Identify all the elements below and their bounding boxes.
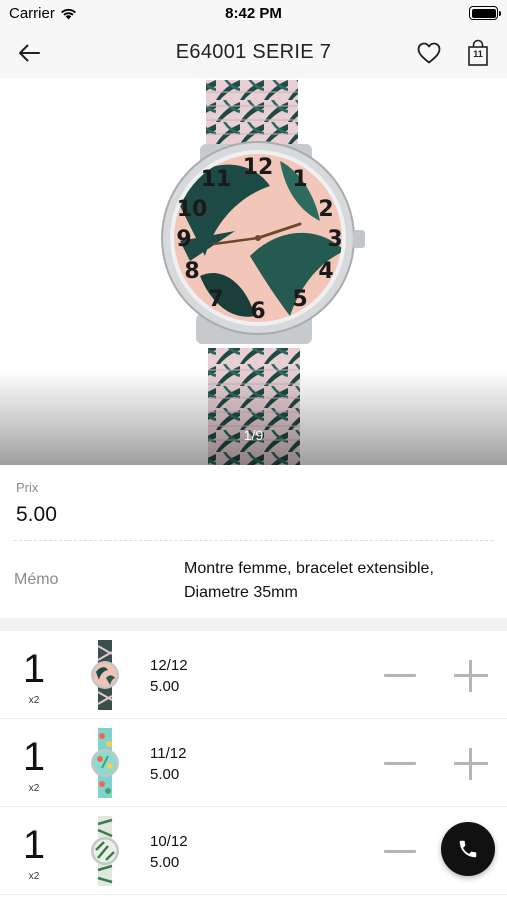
variant-thumbnail[interactable]	[84, 728, 126, 798]
product-image-gallery[interactable]: 12 1 2 3 45 6 78 9 10 11 1/9	[0, 78, 507, 465]
variant-quantity: 1	[22, 647, 46, 691]
navigation-bar: E64001 SERIE 7 11	[0, 28, 507, 78]
gallery-page-counter: 1/9	[243, 427, 264, 443]
svg-text:6: 6	[250, 299, 265, 324]
decrease-quantity-button[interactable]	[380, 661, 420, 689]
memo-label: Mémo	[14, 571, 59, 588]
svg-text:5: 5	[292, 287, 307, 312]
variant-list: 1 x2 12/12 5.00 1 x2 11/12 5.00 1 x2 10/…	[0, 631, 507, 900]
phone-icon	[459, 840, 477, 858]
call-button[interactable]	[441, 822, 495, 876]
svg-text:2: 2	[318, 197, 333, 222]
variant-thumbnail[interactable]	[84, 640, 126, 710]
svg-text:4: 4	[318, 259, 333, 284]
svg-text:12: 12	[243, 155, 274, 180]
price-value: 5.00	[16, 503, 57, 526]
svg-text:11: 11	[201, 167, 232, 192]
variant-size: 10/12	[150, 833, 188, 850]
variant-price: 5.00	[150, 678, 180, 695]
variant-quantity: 1	[22, 823, 46, 867]
variant-row: 1 x2 12/12 5.00	[0, 631, 507, 719]
price-label: Prix	[16, 480, 39, 495]
variant-row: 1 x2 11/12 5.00	[0, 719, 507, 807]
favorite-button[interactable]	[415, 40, 443, 66]
svg-text:8: 8	[184, 259, 199, 284]
variant-pack-size: x2	[28, 783, 40, 794]
svg-text:9: 9	[176, 227, 191, 252]
variant-size: 11/12	[150, 745, 187, 762]
cart-button[interactable]: 11	[467, 39, 489, 67]
variant-thumbnail[interactable]	[84, 816, 126, 886]
heart-icon	[417, 42, 441, 64]
status-time: 8:42 PM	[225, 5, 282, 22]
variant-pack-size: x2	[28, 871, 40, 882]
section-separator	[0, 618, 507, 631]
variant-price: 5.00	[150, 766, 180, 783]
svg-text:1: 1	[292, 167, 307, 192]
decrease-quantity-button[interactable]	[380, 837, 420, 865]
gallery-shade	[0, 370, 507, 465]
svg-text:3: 3	[327, 227, 342, 252]
cart-count-badge: 11	[473, 49, 483, 59]
product-info: Prix 5.00 Mémo Montre femme, bracelet ex…	[0, 465, 507, 618]
svg-text:7: 7	[208, 287, 223, 312]
variant-size: 12/12	[150, 657, 188, 674]
variant-price: 5.00	[150, 854, 180, 871]
status-bar: Carrier 8:42 PM	[0, 0, 507, 28]
variant-quantity: 1	[22, 735, 46, 779]
memo-value: Montre femme, bracelet extensible, Diame…	[184, 560, 434, 601]
battery-icon	[469, 6, 501, 20]
variant-pack-size: x2	[28, 695, 40, 706]
divider	[14, 540, 493, 541]
increase-quantity-button[interactable]	[451, 658, 491, 694]
battery-level	[471, 8, 496, 18]
increase-quantity-button[interactable]	[451, 746, 491, 782]
svg-text:10: 10	[177, 197, 208, 222]
variant-row: 1 x2 10/12 5.00	[0, 807, 507, 895]
decrease-quantity-button[interactable]	[380, 749, 420, 777]
